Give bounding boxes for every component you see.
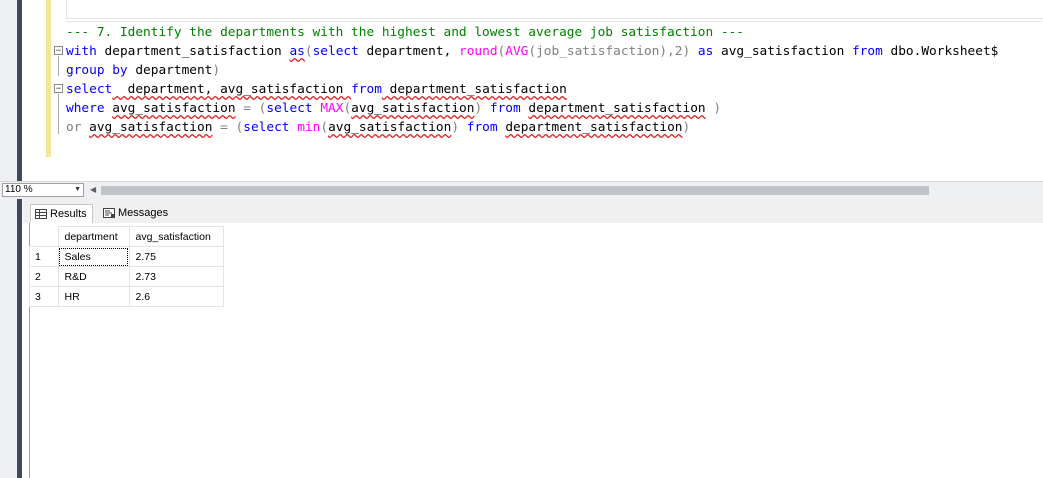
query-editor[interactable]: − − --- 7. Identify the departments with… xyxy=(0,0,1043,181)
fold-line xyxy=(58,56,59,76)
minus-box-icon[interactable]: − xyxy=(54,46,63,56)
code-line-comment: --- 7. Identify the departments with the… xyxy=(66,25,744,40)
row-number[interactable]: 3 xyxy=(29,286,59,307)
table-row[interactable]: 1 Sales 2.75 xyxy=(29,246,224,267)
changed-lines-marker xyxy=(46,0,51,157)
minus-box-icon[interactable]: − xyxy=(54,84,63,94)
code-line-3: select department, avg_satisfaction from… xyxy=(66,82,567,97)
results-grid[interactable]: department avg_satisfaction 1 Sales 2.75… xyxy=(29,226,224,307)
column-header[interactable]: avg_satisfaction xyxy=(128,226,224,247)
column-header[interactable]: department xyxy=(57,226,130,247)
editor-divider xyxy=(66,21,1042,22)
table-cell[interactable]: 2.73 xyxy=(128,266,224,287)
grid-icon xyxy=(35,209,47,219)
zoom-dropdown[interactable]: 110 % ▼ xyxy=(2,183,84,197)
code-line-4: where avg_satisfaction = (select MAX(avg… xyxy=(66,101,722,116)
messages-icon xyxy=(103,208,115,218)
table-cell[interactable]: 2.6 xyxy=(128,286,224,307)
code-line-5: or avg_satisfaction = (select min(avg_sa… xyxy=(66,120,691,135)
code-line-1: with department_satisfaction as(select d… xyxy=(66,44,999,59)
row-number[interactable]: 1 xyxy=(29,246,59,267)
zoom-value: 110 % xyxy=(5,184,33,195)
arrow-left-icon[interactable]: ◀ xyxy=(90,183,96,197)
table-cell[interactable]: Sales xyxy=(57,246,130,267)
table-row[interactable]: 3 HR 2.6 xyxy=(29,286,224,307)
tab-messages[interactable]: Messages xyxy=(99,204,179,223)
chevron-down-icon[interactable]: ▼ xyxy=(74,184,81,196)
table-cell[interactable]: HR xyxy=(57,286,130,307)
table-cell[interactable]: 2.75 xyxy=(128,246,224,267)
tab-results-label: Results xyxy=(50,208,87,220)
tab-messages-label: Messages xyxy=(118,207,169,219)
grid-header-row: department avg_satisfaction xyxy=(29,226,224,247)
table-row[interactable]: 2 R&D 2.73 xyxy=(29,266,224,287)
table-cell[interactable]: R&D xyxy=(57,266,130,287)
grid-corner[interactable] xyxy=(29,226,59,247)
scrollbar-thumb[interactable] xyxy=(101,186,929,195)
results-tab-bar: Results Messages xyxy=(23,199,1043,223)
code-line-2: group by department) xyxy=(66,63,221,78)
fold-line xyxy=(58,94,59,134)
tab-results[interactable]: Results xyxy=(30,204,93,223)
editor-horizontal-scrollbar[interactable]: 110 % ▼ ◀ xyxy=(0,181,1043,199)
row-number[interactable]: 2 xyxy=(29,266,59,287)
editor-top-frame xyxy=(66,0,1043,19)
